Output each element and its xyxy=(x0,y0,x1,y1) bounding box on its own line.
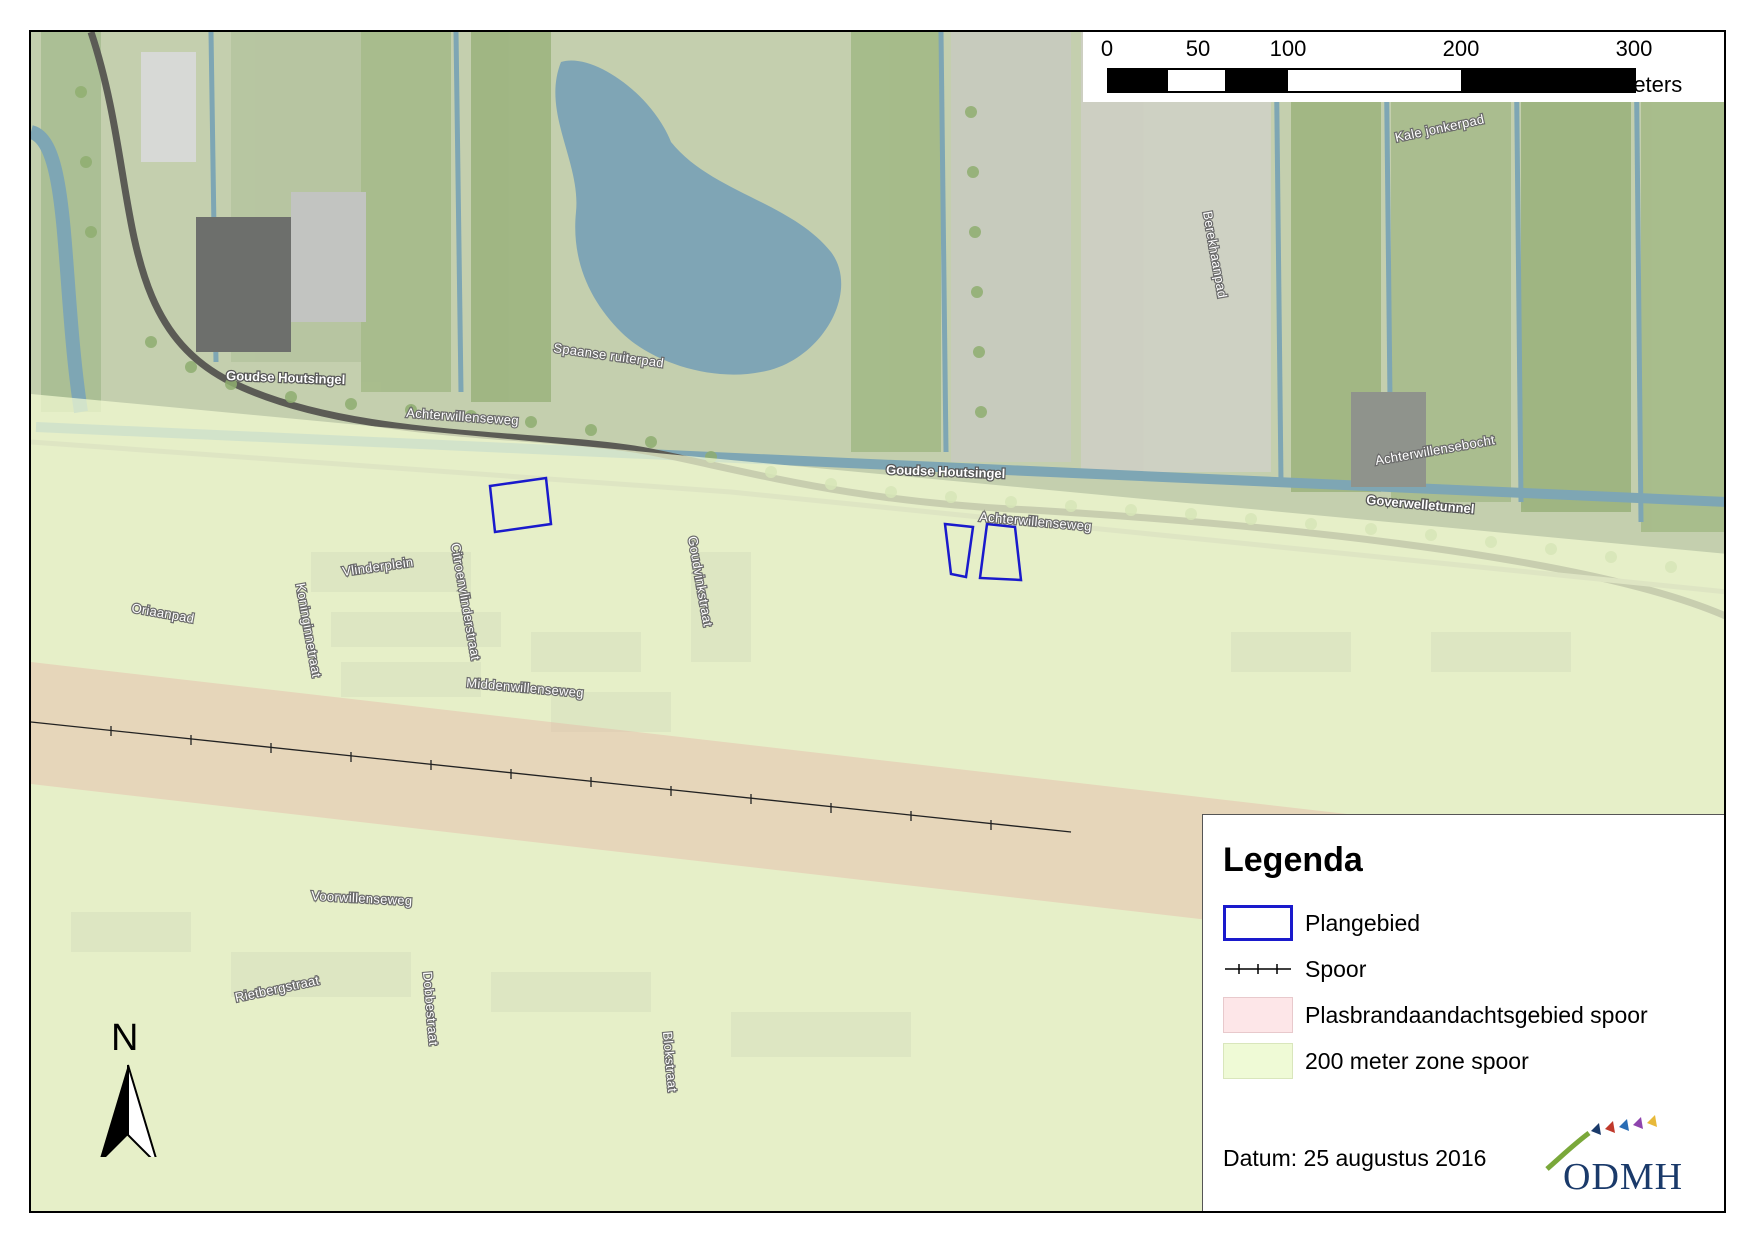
legend-item-plasbrand: Plasbrandaandachtsgebied spoor xyxy=(1223,997,1723,1033)
scale-label-50: 50 xyxy=(1185,36,1211,61)
map-frame[interactable]: Goudse Houtsingel Goudse Houtsingel Acht… xyxy=(29,30,1726,1213)
legend-label: Plasbrandaandachtsgebied spoor xyxy=(1305,1002,1648,1028)
legend-swatch-spoor xyxy=(1225,964,1291,974)
building xyxy=(1351,392,1426,487)
legend-item-spoor: Spoor xyxy=(1223,951,1723,987)
scale-segment xyxy=(1225,68,1288,93)
legend: Legenda Plangebied Spoor Plasbrandaandac… xyxy=(1202,814,1724,1211)
scale-label-300: 300 xyxy=(1615,36,1653,61)
scale-segment xyxy=(1461,68,1636,93)
building xyxy=(141,52,196,162)
legend-swatch-plasbrand xyxy=(1223,997,1293,1033)
legend-swatch-zone xyxy=(1223,1043,1293,1079)
scale-label-0: 0 xyxy=(1100,36,1114,61)
odmh-logo: ODMH xyxy=(1533,1115,1713,1205)
building xyxy=(291,192,366,322)
scale-unit: Meters xyxy=(1615,72,1683,97)
legend-swatch-plangebied xyxy=(1223,905,1293,941)
legend-item-zone: 200 meter zone spoor xyxy=(1223,1043,1723,1079)
legend-label: 200 meter zone spoor xyxy=(1305,1048,1529,1074)
legend-item-plangebied: Plangebied xyxy=(1223,905,1723,941)
scale-label-100: 100 xyxy=(1269,36,1307,61)
building xyxy=(196,217,291,352)
north-arrow-icon xyxy=(100,1064,157,1157)
scale-label-200: 200 xyxy=(1442,36,1480,61)
legend-title: Legenda xyxy=(1223,841,1363,879)
north-arrow: N xyxy=(86,1017,176,1157)
scale-bar: 0 50 100 200 300 Meters xyxy=(1083,32,1724,102)
legend-label: Plangebied xyxy=(1305,910,1421,936)
scale-segment xyxy=(1286,68,1463,93)
legend-date: Datum: 25 augustus 2016 xyxy=(1223,1145,1487,1171)
odmh-logo-text: ODMH xyxy=(1563,1156,1684,1198)
scale-segment xyxy=(1166,68,1227,93)
legend-label: Spoor xyxy=(1305,956,1367,982)
scale-segment xyxy=(1107,68,1168,93)
